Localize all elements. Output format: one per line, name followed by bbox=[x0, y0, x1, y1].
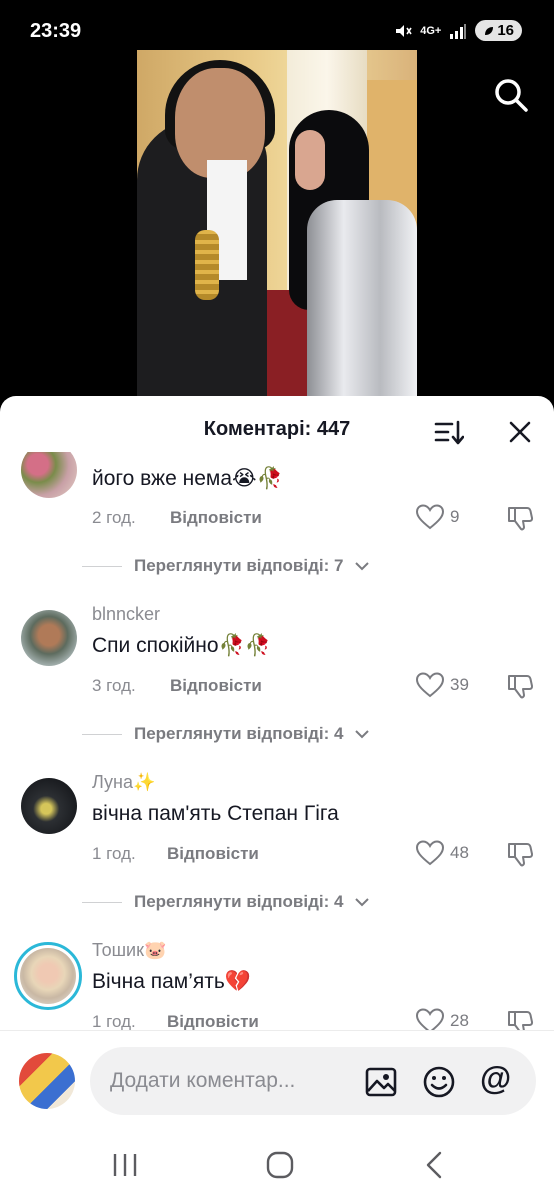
reply-button[interactable]: Відповісти bbox=[170, 676, 262, 696]
heart-icon bbox=[416, 504, 444, 530]
battery-level: 16 bbox=[497, 22, 514, 39]
like-button[interactable]: 48 bbox=[416, 840, 469, 866]
avatar[interactable] bbox=[21, 452, 77, 498]
like-count: 48 bbox=[450, 843, 469, 862]
like-button[interactable]: 39 bbox=[416, 672, 469, 698]
sort-icon[interactable] bbox=[434, 418, 464, 446]
reply-button[interactable]: Відповісти bbox=[170, 508, 262, 528]
battery-saver-icon bbox=[485, 26, 494, 35]
comment-text: вічна пам'ять Степан Гіга bbox=[92, 802, 339, 825]
comments-title: Коментарі: 447 bbox=[203, 418, 351, 440]
view-replies-button[interactable]: Переглянути відповіді: 7 bbox=[82, 556, 370, 576]
recent-apps-icon[interactable] bbox=[108, 1148, 142, 1182]
divider-line bbox=[82, 565, 122, 567]
image-icon[interactable] bbox=[364, 1065, 398, 1099]
view-replies-label: Переглянути відповіді: 4 bbox=[134, 724, 344, 743]
like-count: 39 bbox=[450, 675, 469, 694]
system-nav-bar bbox=[0, 1130, 554, 1200]
comment-time: 3 год. bbox=[92, 676, 136, 695]
mute-icon bbox=[396, 24, 412, 37]
comment-username[interactable]: Луна✨ bbox=[92, 772, 155, 793]
reply-button[interactable]: Відповісти bbox=[167, 844, 259, 864]
heart-icon bbox=[416, 840, 444, 866]
view-replies-button[interactable]: Переглянути відповіді: 4 bbox=[82, 724, 370, 744]
comment-item: blnncker Спи спокійно🥀🥀 3 год. Відповіст… bbox=[0, 602, 554, 752]
like-count: 28 bbox=[450, 1011, 469, 1030]
mention-icon[interactable]: @ bbox=[480, 1061, 514, 1095]
back-icon[interactable] bbox=[418, 1148, 452, 1182]
like-button[interactable]: 28 bbox=[416, 1008, 469, 1030]
signal-icon bbox=[450, 23, 467, 39]
comment-item: його вже нема😭🥀 2 год. Відповісти 9 Пере… bbox=[0, 452, 554, 582]
view-replies-label: Переглянути відповіді: 7 bbox=[134, 556, 344, 575]
home-icon[interactable] bbox=[263, 1148, 297, 1182]
search-icon[interactable] bbox=[492, 76, 530, 114]
like-button[interactable]: 9 bbox=[416, 504, 459, 530]
view-replies-button[interactable]: Переглянути відповіді: 4 bbox=[82, 892, 370, 912]
comment-text: Вічна пам’ять💔 bbox=[92, 970, 251, 993]
emoji-icon[interactable] bbox=[422, 1065, 456, 1099]
dislike-icon[interactable] bbox=[506, 504, 534, 532]
avatar[interactable] bbox=[21, 778, 77, 834]
status-time: 23:39 bbox=[30, 20, 82, 42]
avatar[interactable] bbox=[21, 610, 77, 666]
chevron-down-icon bbox=[355, 898, 370, 907]
my-avatar[interactable] bbox=[19, 1053, 75, 1109]
heart-icon bbox=[416, 672, 444, 698]
comment-username[interactable]: Тошик🐷 bbox=[92, 940, 166, 961]
view-replies-label: Переглянути відповіді: 4 bbox=[134, 892, 344, 911]
comment-item: Тошик🐷 Вічна пам’ять💔 1 год. Відповісти … bbox=[0, 938, 554, 1030]
dislike-icon[interactable] bbox=[506, 1008, 534, 1030]
divider-line bbox=[82, 733, 122, 735]
comment-input[interactable]: Додати коментар... @ bbox=[90, 1047, 536, 1115]
battery-indicator: 16 bbox=[475, 20, 522, 41]
chevron-down-icon bbox=[355, 562, 370, 571]
comment-text: його вже нема😭🥀 bbox=[92, 467, 283, 490]
divider-line bbox=[82, 901, 122, 903]
chevron-down-icon bbox=[355, 730, 370, 739]
comment-text: Спи спокійно🥀🥀 bbox=[92, 634, 271, 657]
comment-time: 1 год. bbox=[92, 844, 136, 863]
close-icon[interactable] bbox=[508, 420, 532, 444]
dislike-icon[interactable] bbox=[506, 840, 534, 868]
comment-list[interactable]: його вже нема😭🥀 2 год. Відповісти 9 Пере… bbox=[0, 452, 554, 1030]
comment-input-bar: Додати коментар... @ bbox=[0, 1030, 554, 1130]
status-icons: 4G+ 16 bbox=[394, 20, 522, 41]
avatar bbox=[20, 948, 76, 1004]
comment-time: 2 год. bbox=[92, 508, 136, 527]
comment-time: 1 год. bbox=[92, 1012, 136, 1030]
video-embroidery bbox=[195, 230, 219, 300]
comment-input-placeholder: Додати коментар... bbox=[110, 1069, 296, 1092]
heart-icon bbox=[416, 1008, 444, 1030]
video-person-woman-face bbox=[295, 130, 325, 190]
video-person-woman-suit bbox=[307, 200, 417, 400]
avatar-with-story-ring[interactable] bbox=[14, 942, 82, 1010]
reply-button[interactable]: Відповісти bbox=[167, 1012, 259, 1030]
video-player[interactable] bbox=[137, 50, 417, 400]
like-count: 9 bbox=[450, 507, 460, 526]
dislike-icon[interactable] bbox=[506, 672, 534, 700]
network-label: 4G+ bbox=[420, 24, 442, 37]
comment-item: Луна✨ вічна пам'ять Степан Гіга 1 год. В… bbox=[0, 770, 554, 920]
comment-username[interactable]: blnncker bbox=[92, 604, 160, 625]
